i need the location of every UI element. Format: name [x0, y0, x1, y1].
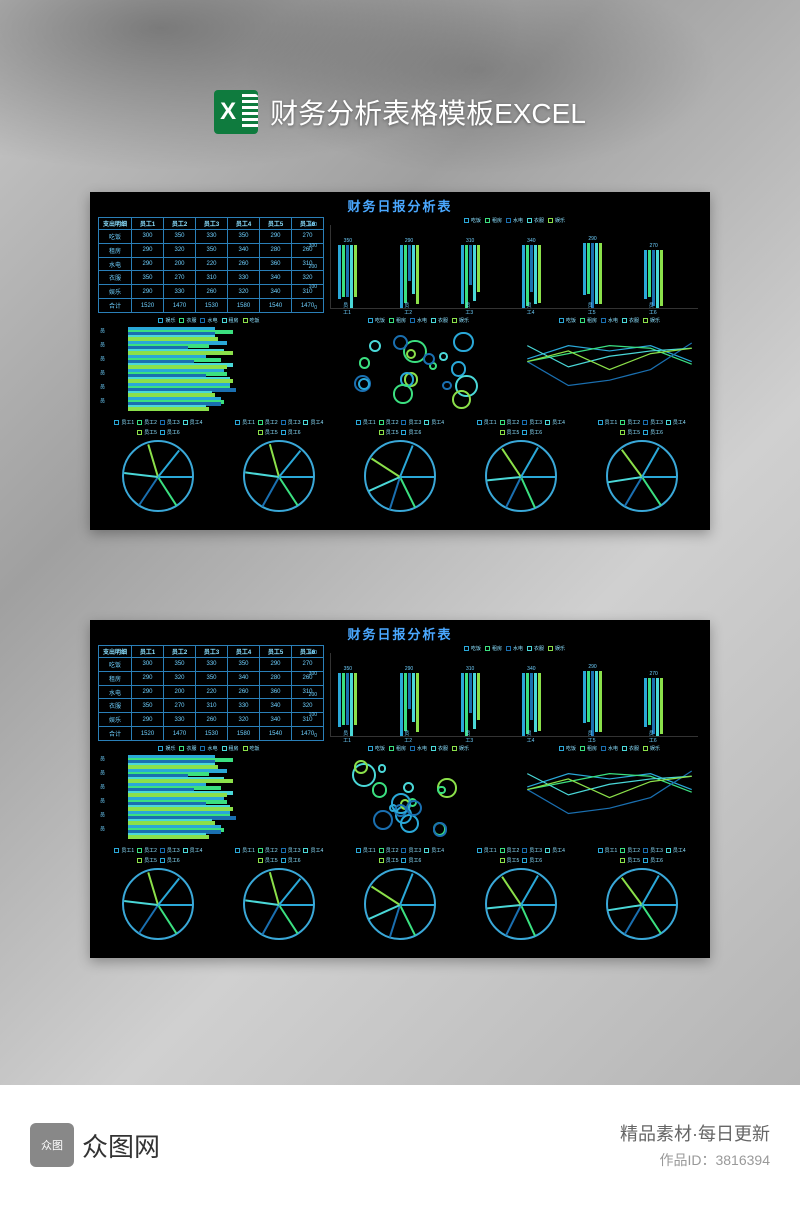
dashboard-title: 财务日报分析表: [90, 620, 710, 645]
bubble-chart: 吃饭租房水电衣服娱乐: [326, 317, 511, 409]
page-header: 财务分析表格模板EXCEL: [0, 90, 800, 134]
line-chart: 吃饭租房水电衣服娱乐: [517, 317, 702, 409]
dashboard-preview-2: 财务日报分析表 支出明细员工1员工2员工3员工4员工5员工6 吃饭3003503…: [90, 620, 710, 958]
brand-logo-icon: 众图: [30, 1123, 74, 1167]
bubble-chart: 吃饭租房水电衣服娱乐: [326, 745, 511, 837]
line-chart: 吃饭租房水电衣服娱乐: [517, 745, 702, 837]
horizontal-bar-chart: 娱乐衣服水电租房吃饭 员员员员员员: [98, 745, 320, 837]
horizontal-bar-chart: 娱乐衣服水电租房吃饭 员员员员员员: [98, 317, 320, 409]
page-footer: 众图 众图网 精品素材·每日更新 作品ID：3816394: [0, 1085, 800, 1205]
dashboard-preview-1: 财务日报分析表 支出明细员工1员工2员工3员工4员工5员工6 吃饭3003503…: [90, 192, 710, 530]
footer-tagline: 精品素材·每日更新: [620, 1120, 770, 1146]
brand-name: 众图网: [82, 1127, 160, 1164]
product-id: 作品ID：3816394: [620, 1150, 770, 1170]
bar-chart-top: 吃饭租房水电衣服娱乐 0100200300400 员工1350员工2290员工3…: [330, 225, 698, 309]
expense-table: 支出明细员工1员工2员工3员工4员工5员工6 吃饭300350330350290…: [98, 645, 324, 741]
excel-icon: [214, 90, 258, 134]
bar-chart-top: 吃饭租房水电衣服娱乐 0100200300400 员工1350员工2290员工3…: [330, 653, 698, 737]
dashboard-title: 财务日报分析表: [90, 192, 710, 217]
expense-table: 支出明细员工1员工2员工3员工4员工5员工6 吃饭300350330350290…: [98, 217, 324, 313]
page-title: 财务分析表格模板EXCEL: [270, 92, 586, 132]
